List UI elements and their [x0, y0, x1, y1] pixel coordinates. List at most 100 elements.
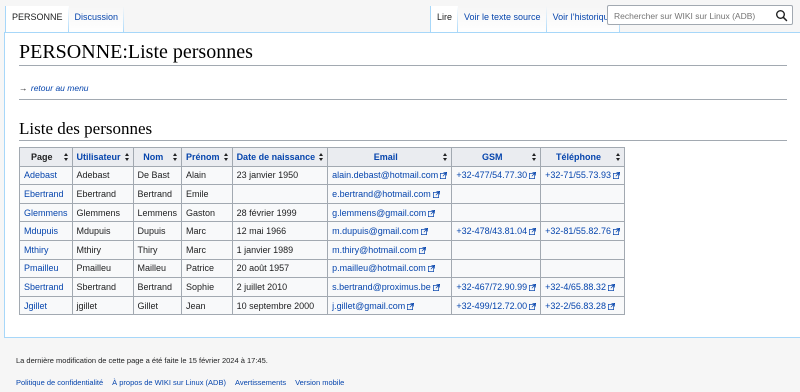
external-link-icon: [420, 227, 428, 236]
search-input[interactable]: [608, 7, 768, 25]
email-link[interactable]: p.mailleu@hotmail.com: [332, 263, 435, 273]
column-header-nom[interactable]: Nom: [132, 147, 183, 167]
footer-links: Politique de confidentialité À propos de…: [16, 378, 344, 387]
tab-view-source[interactable]: Voir le texte source: [458, 6, 547, 33]
column-header-prenom[interactable]: Prénom: [181, 147, 233, 167]
sort-icon[interactable]: [319, 153, 324, 162]
email-link[interactable]: e.bertrand@hotmail.com: [332, 189, 440, 199]
column-header-utilisateur[interactable]: Utilisateur: [71, 147, 134, 167]
gsm-link[interactable]: +32-467/72.90.99: [456, 282, 537, 292]
arrow-right-icon: →: [19, 83, 28, 93]
external-link-icon: [612, 227, 620, 236]
email-cell: s.bertrand@proximus.be: [327, 277, 453, 297]
telephone-link[interactable]: +32-71/55.73.93: [545, 170, 620, 180]
external-link-icon: [432, 283, 440, 291]
email-link[interactable]: g.lemmens@gmail.com: [332, 208, 436, 218]
external-link-icon: [427, 264, 435, 273]
tab-personne[interactable]: PERSONNE: [5, 6, 69, 33]
title-divider: [19, 65, 787, 66]
user-cell: Glemmens: [71, 202, 134, 223]
gsm-cell: +32-478/43.81.04: [451, 221, 542, 241]
page-link[interactable]: Glemmens: [24, 208, 68, 218]
sort-icon[interactable]: [173, 153, 178, 162]
page-link[interactable]: Jgillet: [24, 301, 47, 311]
column-header-date-naissance[interactable]: Date de naissance: [231, 147, 329, 167]
prenom-cell: Gaston: [181, 202, 233, 223]
page-link[interactable]: Sbertrand: [24, 282, 64, 292]
sort-icon[interactable]: [443, 153, 448, 162]
prenom-cell: Emile: [181, 184, 233, 204]
page-link[interactable]: Adebast: [24, 170, 57, 180]
footer-link-disclaimers[interactable]: Avertissements: [235, 378, 286, 387]
footer-link-privacy[interactable]: Politique de confidentialité: [16, 378, 103, 387]
sort-icon[interactable]: [615, 153, 621, 162]
page-cell: Pmailleu: [19, 258, 73, 279]
sort-icon[interactable]: [63, 153, 69, 162]
naissance-cell: 1 janvier 1989: [231, 239, 329, 260]
sort-icon[interactable]: [223, 153, 229, 162]
nom-cell: Thiry: [132, 239, 183, 260]
tab-lire[interactable]: Lire: [430, 6, 459, 33]
telephone-link[interactable]: +32-4/65.88.32: [545, 282, 615, 292]
horizontal-rule: [19, 99, 787, 100]
email-cell: m.dupuis@gmail.com: [327, 221, 453, 241]
page-link[interactable]: Ebertrand: [24, 189, 64, 199]
nom-cell: Bertrand: [132, 277, 183, 297]
prenom-cell: Marc: [181, 239, 233, 260]
top-bar: PERSONNE Discussion Lire Voir le texte s…: [0, 0, 800, 33]
external-link-icon: [607, 283, 615, 291]
tab-discussion[interactable]: Discussion: [68, 6, 125, 33]
column-header-email[interactable]: Email: [327, 147, 453, 167]
prenom-cell: Patrice: [181, 258, 233, 279]
gsm-cell: +32-477/54.77.30: [451, 165, 542, 186]
external-link-icon: [529, 302, 537, 310]
gsm-cell: +32-499/12.72.00: [451, 295, 542, 316]
footer-link-mobile[interactable]: Version mobile: [295, 378, 344, 387]
external-link-icon: [607, 302, 615, 310]
naissance-cell: [231, 184, 329, 204]
column-header-gsm[interactable]: GSM: [451, 147, 542, 167]
email-link[interactable]: m.dupuis@gmail.com: [332, 226, 428, 236]
telephone-cell: [540, 202, 625, 223]
gsm-link[interactable]: +32-477/54.77.30: [456, 170, 537, 180]
email-link[interactable]: s.bertrand@proximus.be: [332, 282, 440, 292]
email-link[interactable]: alain.debast@hotmail.com: [332, 170, 448, 180]
telephone-cell: [540, 239, 625, 260]
search-icon[interactable]: [775, 9, 788, 22]
telephone-cell: +32-4/65.88.32: [540, 277, 625, 297]
user-cell: Sbertrand: [71, 277, 134, 297]
page-cell: Jgillet: [19, 295, 73, 316]
section-divider: [19, 140, 787, 141]
gsm-cell: [451, 258, 542, 279]
page-cell: Ebertrand: [19, 184, 73, 204]
table-row: Ebertrand Ebertrand Bertrand Emile e.bertran…: [19, 184, 625, 204]
page-link[interactable]: Mthiry: [24, 245, 49, 255]
email-cell: alain.debast@hotmail.com: [327, 165, 453, 186]
email-cell: e.bertrand@hotmail.com: [327, 184, 453, 204]
telephone-link[interactable]: +32-81/55.82.76: [545, 226, 620, 236]
page-link[interactable]: Pmailleu: [24, 263, 59, 273]
email-cell: p.mailleu@hotmail.com: [327, 258, 453, 279]
external-link-icon: [440, 171, 448, 180]
email-cell: g.lemmens@gmail.com: [327, 202, 453, 223]
page-link[interactable]: Mdupuis: [24, 226, 58, 236]
user-cell: Mthiry: [71, 239, 134, 260]
email-link[interactable]: j.gillet@gmail.com: [332, 301, 415, 311]
back-to-menu-link[interactable]: retour au menu: [31, 83, 89, 93]
telephone-link[interactable]: +32-2/56.83.28: [545, 301, 615, 311]
table-row: Sbertrand Sbertrand Bertrand Sophie 2 juille…: [19, 277, 625, 297]
email-link[interactable]: m.thiry@hotmail.com: [332, 245, 426, 255]
back-link-line: → retour au menu: [19, 83, 89, 93]
table-row: Adebast Adebast De Bast Alain 23 janvier 195…: [19, 165, 625, 186]
column-header-page[interactable]: Page: [19, 147, 73, 167]
naissance-cell: 28 février 1999: [231, 202, 329, 223]
footer-link-about[interactable]: À propos de WIKI sur Linux (ADB): [112, 378, 226, 387]
external-link-icon: [407, 302, 415, 310]
sort-icon[interactable]: [532, 153, 537, 162]
persons-table: Page Utilisateur Nom Prénom Date de nais…: [19, 147, 625, 316]
naissance-cell: 10 septembre 2000: [231, 295, 329, 316]
sort-icon[interactable]: [124, 153, 130, 162]
column-header-telephone[interactable]: Téléphone: [540, 147, 625, 167]
gsm-link[interactable]: +32-499/12.72.00: [456, 301, 537, 311]
gsm-link[interactable]: +32-478/43.81.04: [456, 226, 537, 236]
